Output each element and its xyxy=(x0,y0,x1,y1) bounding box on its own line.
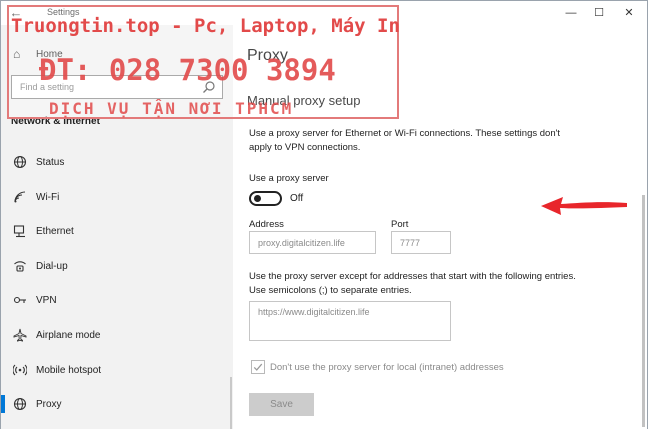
search-box[interactable] xyxy=(11,75,223,99)
checkmark-icon xyxy=(253,363,263,371)
search-icon[interactable] xyxy=(202,80,216,94)
hotspot-icon xyxy=(13,364,27,375)
title-bar: ← Settings — ☐ ✕ xyxy=(1,1,647,25)
sidebar-home-label: Home xyxy=(36,49,63,60)
address-input[interactable] xyxy=(250,232,375,253)
sidebar-item-label: Proxy xyxy=(36,399,62,411)
use-proxy-label: Use a proxy server xyxy=(249,173,329,184)
sidebar-item-label: Wi-Fi xyxy=(36,191,60,203)
sidebar: ⌂ Home Network & Internet Status xyxy=(1,25,233,429)
address-label: Address xyxy=(249,219,284,230)
bypass-local-label: Don't use the proxy server for local (in… xyxy=(270,362,504,373)
exceptions-field-box[interactable]: https://www.digitalcitizen.life xyxy=(249,301,451,341)
vpn-icon xyxy=(13,297,26,304)
sidebar-item-vpn[interactable]: VPN xyxy=(1,283,233,318)
sidebar-scrollbar[interactable] xyxy=(230,377,232,429)
globe-icon xyxy=(13,155,27,169)
bypass-local-checkbox[interactable] xyxy=(251,360,265,374)
port-input[interactable] xyxy=(392,232,450,253)
port-label: Port xyxy=(391,219,409,230)
home-icon: ⌂ xyxy=(13,47,21,61)
toggle-state-label: Off xyxy=(290,193,304,204)
sidebar-item-label: Status xyxy=(36,157,65,168)
page-title: Proxy xyxy=(247,47,288,64)
maximize-button[interactable]: ☐ xyxy=(585,3,613,23)
sidebar-home[interactable]: ⌂ Home xyxy=(1,43,233,67)
app-title: Settings xyxy=(47,7,80,17)
sidebar-item-label: Airplane mode xyxy=(36,329,101,341)
use-proxy-toggle[interactable] xyxy=(249,191,282,206)
sidebar-nav: Status Wi-Fi Ethernet Dial-up VPN Airpla… xyxy=(1,145,233,422)
wifi-icon xyxy=(14,191,26,203)
ethernet-icon xyxy=(13,225,25,238)
active-indicator xyxy=(1,395,5,414)
sidebar-item-proxy[interactable]: Proxy xyxy=(1,387,233,422)
globe-icon xyxy=(13,398,27,411)
section-title: Manual proxy setup xyxy=(247,93,361,108)
sidebar-item-label: Dial-up xyxy=(36,260,68,272)
sidebar-item-label: VPN xyxy=(36,295,57,307)
back-arrow-icon[interactable]: ← xyxy=(7,4,25,22)
dial-up-icon xyxy=(14,261,26,272)
sidebar-item-mobile-hotspot[interactable]: Mobile hotspot xyxy=(1,353,233,388)
airplane-icon xyxy=(13,328,27,342)
exceptions-description: Use the proxy server except for addresse… xyxy=(249,271,576,296)
red-arrow-annotation xyxy=(541,197,627,215)
exceptions-input[interactable]: https://www.digitalcitizen.life xyxy=(250,302,450,340)
address-field-box[interactable] xyxy=(249,231,376,254)
proxy-description: Use a proxy server for Ethernet or Wi-Fi… xyxy=(249,128,561,153)
settings-window: ← Settings — ☐ ✕ ⌂ Home Network & Intern… xyxy=(0,0,648,429)
port-field-box[interactable] xyxy=(391,231,451,254)
minimize-button[interactable]: — xyxy=(557,3,585,23)
search-input[interactable] xyxy=(20,80,190,94)
main-scrollbar[interactable] xyxy=(642,195,645,427)
toggle-knob xyxy=(254,195,261,202)
main-pane: Proxy Manual proxy setup Use a proxy ser… xyxy=(233,25,647,429)
sidebar-item-ethernet[interactable]: Ethernet xyxy=(1,214,233,249)
sidebar-item-label: Mobile hotspot xyxy=(36,364,102,376)
sidebar-item-status[interactable]: Status xyxy=(1,145,233,180)
sidebar-item-wifi[interactable]: Wi-Fi xyxy=(1,180,233,215)
save-button[interactable]: Save xyxy=(249,393,314,416)
close-button[interactable]: ✕ xyxy=(615,3,643,23)
sidebar-item-label: Ethernet xyxy=(36,226,74,238)
sidebar-section-title: Network & Internet xyxy=(11,116,100,127)
sidebar-item-dial-up[interactable]: Dial-up xyxy=(1,249,233,284)
sidebar-item-airplane-mode[interactable]: Airplane mode xyxy=(1,318,233,353)
